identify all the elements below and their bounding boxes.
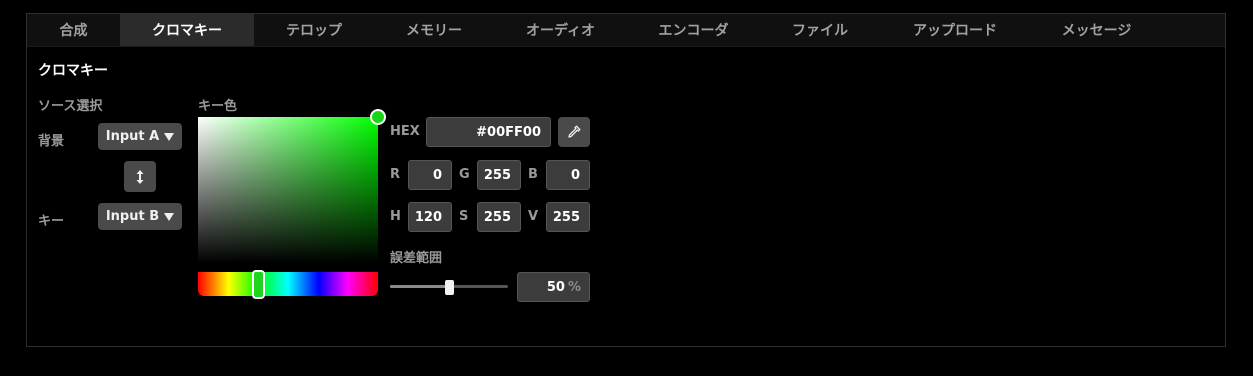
swap-sources-button[interactable] — [124, 161, 156, 192]
tolerance-value: 50 — [546, 279, 565, 295]
background-source-value: Input A — [105, 129, 160, 144]
tab-audio[interactable]: オーディオ — [494, 14, 627, 46]
tab-message[interactable]: メッセージ — [1030, 14, 1163, 46]
tab-bar: 合成 クロマキー テロップ メモリー オーディオ エンコーダ ファイル アップロ… — [27, 14, 1225, 47]
percent-unit: % — [567, 279, 581, 295]
key-source-value: Input B — [105, 209, 160, 224]
eyedropper-icon — [567, 125, 581, 139]
h-input[interactable]: 120 — [408, 202, 452, 232]
saturation-value-picker[interactable] — [198, 117, 378, 263]
tab-composite[interactable]: 合成 — [27, 14, 120, 46]
tab-encoder[interactable]: エンコーダ — [627, 14, 760, 46]
tolerance-input[interactable]: 50% — [517, 272, 590, 302]
v-input[interactable]: 255 — [546, 202, 590, 232]
tolerance-slider-thumb[interactable] — [445, 280, 454, 295]
background-label: 背景 — [38, 134, 65, 149]
hue-slider[interactable] — [198, 272, 378, 296]
eyedropper-button[interactable] — [558, 117, 590, 147]
tab-memory[interactable]: メモリー — [374, 14, 494, 46]
background-source-dropdown[interactable]: Input A — [98, 123, 182, 150]
swap-vertical-icon — [135, 169, 145, 185]
chroma-key-panel: 合成 クロマキー テロップ メモリー オーディオ エンコーダ ファイル アップロ… — [26, 13, 1226, 347]
g-label: G — [459, 167, 470, 182]
tab-upload[interactable]: アップロード — [880, 14, 1030, 46]
source-select-heading: ソース選択 — [38, 99, 103, 114]
caret-down-icon — [164, 212, 175, 221]
color-picker-handle[interactable] — [370, 109, 386, 125]
tolerance-slider-fill — [390, 285, 449, 288]
key-label: キー — [38, 214, 65, 229]
hex-label: HEX — [390, 124, 420, 139]
key-color-heading: キー色 — [198, 99, 238, 114]
section-title: クロマキー — [38, 63, 108, 79]
hue-slider-handle[interactable] — [252, 270, 265, 299]
tab-chroma-key[interactable]: クロマキー — [120, 14, 254, 46]
caret-down-icon — [164, 132, 175, 141]
hex-input[interactable]: #00FF00 — [426, 117, 551, 147]
g-input[interactable]: 255 — [477, 160, 521, 190]
r-input[interactable]: 0 — [408, 160, 452, 190]
b-input[interactable]: 0 — [546, 160, 590, 190]
r-label: R — [390, 167, 401, 182]
tab-telop[interactable]: テロップ — [254, 14, 374, 46]
b-label: B — [528, 167, 538, 182]
s-label: S — [459, 209, 469, 224]
tolerance-heading: 誤差範囲 — [390, 251, 443, 266]
h-label: H — [390, 209, 401, 224]
tab-file[interactable]: ファイル — [760, 14, 880, 46]
s-input[interactable]: 255 — [477, 202, 521, 232]
v-label: V — [528, 209, 539, 224]
key-source-dropdown[interactable]: Input B — [98, 203, 182, 230]
